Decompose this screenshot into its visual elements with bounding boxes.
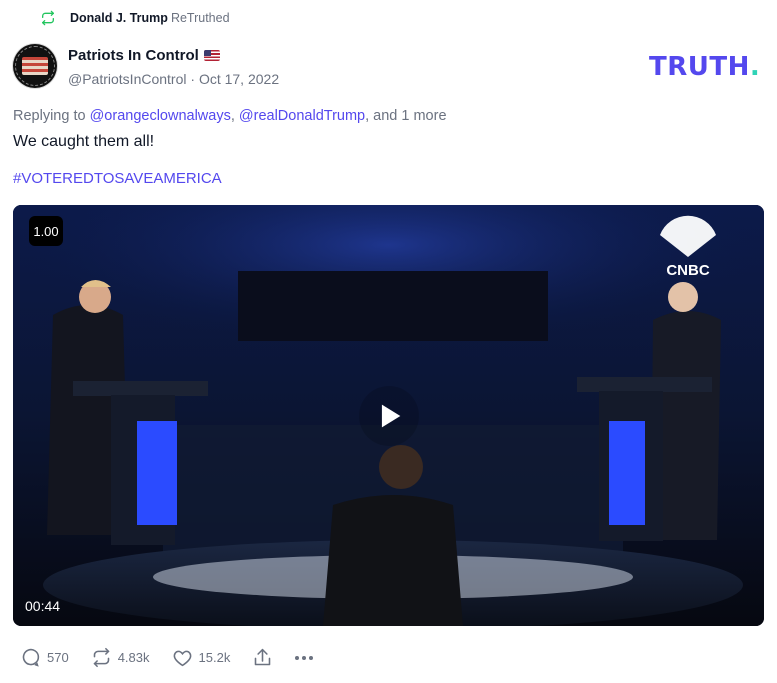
play-button[interactable]: [358, 385, 419, 446]
like-button[interactable]: 15.2k: [172, 647, 231, 668]
like-count: 15.2k: [198, 650, 231, 665]
retruth-icon: [93, 647, 109, 668]
reply-count: 570: [47, 650, 69, 665]
cnbc-watermark: CNBC: [666, 262, 709, 279]
playback-speed-badge[interactable]: 1.00: [29, 216, 63, 246]
reply-more[interactable]: , and 1 more: [365, 108, 446, 124]
video-duration: 00:44: [25, 598, 61, 614]
reply-user-link[interactable]: @orangeclownalways: [90, 108, 231, 124]
post-actions: 570 4.83k 15.2k: [20, 647, 335, 668]
reply-button[interactable]: 570: [20, 647, 69, 668]
retruth-banner: Donald J. Trump ReTruthed: [40, 10, 230, 26]
truth-logo[interactable]: TRUTH.: [649, 52, 760, 82]
reply-prefix: Replying to: [13, 108, 90, 124]
retruth-button[interactable]: 4.83k: [91, 647, 150, 668]
brand-name: TRUTH: [649, 52, 750, 82]
more-options-button[interactable]: [295, 655, 314, 660]
heart-icon: [173, 650, 191, 667]
us-flag-icon: [203, 50, 220, 61]
avatar[interactable]: [13, 44, 57, 88]
author-name[interactable]: Patriots In Control: [68, 47, 199, 64]
author-name-row[interactable]: Patriots In Control: [68, 47, 220, 64]
share-button[interactable]: [252, 647, 273, 668]
dot: [295, 655, 300, 660]
dot: [309, 655, 314, 660]
replying-to: Replying to @orangeclownalways, @realDon…: [13, 108, 447, 124]
dot: [302, 655, 307, 660]
post-date[interactable]: Oct 17, 2022: [199, 71, 279, 87]
video-player[interactable]: CNBC 1.00 00:44: [13, 205, 764, 626]
reply-comma: ,: [230, 108, 239, 124]
retruth-icon: [42, 10, 54, 26]
brand-dot: .: [749, 52, 761, 82]
share-icon: [255, 648, 271, 666]
comment-icon: [22, 648, 40, 667]
hashtag-link[interactable]: #VOTEREDTOSAVEAMERICA: [13, 170, 222, 187]
separator: ·: [186, 71, 199, 87]
reply-user-link[interactable]: @realDonaldTrump: [239, 108, 365, 124]
retruth-label: ReTruthed: [170, 11, 230, 25]
author-handle-row: @PatriotsInControl · Oct 17, 2022: [68, 71, 279, 87]
retruth-count: 4.83k: [117, 650, 150, 665]
retruth-user[interactable]: Donald J. Trump: [70, 11, 168, 25]
play-icon: [381, 404, 400, 427]
author-handle[interactable]: @PatriotsInControl: [68, 71, 186, 87]
post-text: We caught them all!: [13, 133, 155, 150]
